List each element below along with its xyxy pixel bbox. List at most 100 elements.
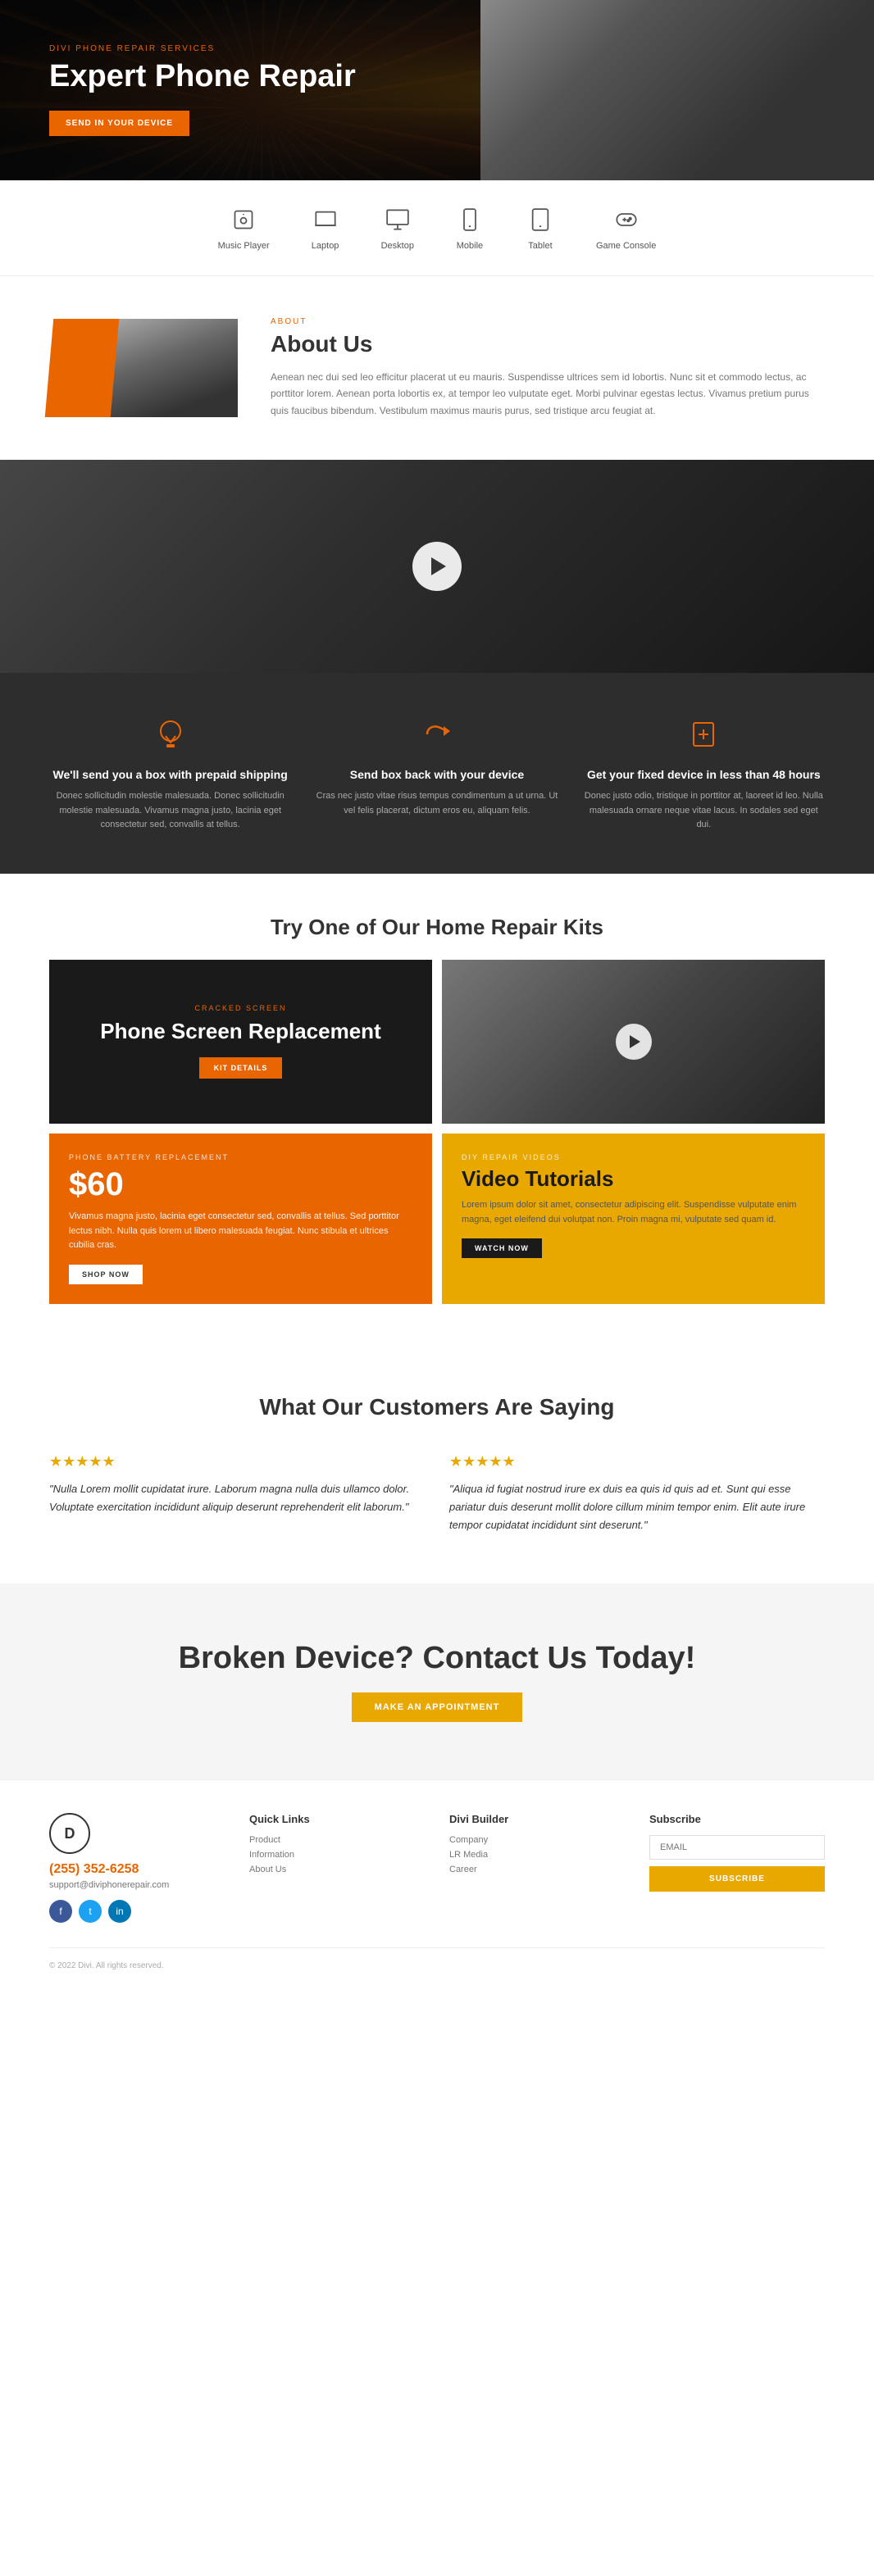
box-ship-icon bbox=[150, 714, 191, 755]
kit-details-button[interactable]: KIT DETAILS bbox=[199, 1057, 283, 1079]
footer-link-company[interactable]: Company bbox=[449, 1835, 625, 1845]
steps-section: We'll send you a box with prepaid shippi… bbox=[0, 673, 874, 874]
category-laptop[interactable]: Laptop bbox=[311, 205, 340, 251]
linkedin-icon[interactable]: in bbox=[108, 1900, 131, 1923]
category-music-player-label: Music Player bbox=[218, 241, 270, 251]
category-tablet[interactable]: Tablet bbox=[526, 205, 555, 251]
testimonial-2-text: "Aliqua id fugiat nostrud irure ex duis … bbox=[449, 1480, 825, 1534]
step-1-title: We'll send you a box with prepaid shippi… bbox=[49, 768, 291, 781]
category-music-player[interactable]: Music Player bbox=[218, 205, 270, 251]
step-3-desc: Donec justo odio, tristique in porttitor… bbox=[583, 789, 825, 833]
video-tutorials-card: DIY REPAIR VIDEOS Video Tutorials Lorem … bbox=[442, 1134, 825, 1304]
video-tutorials-title: Video Tutorials bbox=[462, 1166, 805, 1192]
twitter-icon[interactable]: t bbox=[79, 1900, 102, 1923]
video-sublabel: DIY REPAIR VIDEOS bbox=[462, 1153, 805, 1161]
category-mobile[interactable]: Mobile bbox=[455, 205, 485, 251]
testimonials-grid: ★★★★★ "Nulla Lorem mollit cupidatat irur… bbox=[49, 1453, 825, 1534]
hero-content: DIVI PHONE REPAIR SERVICES Expert Phone … bbox=[49, 44, 356, 136]
make-appointment-button[interactable]: MAKE AN APPOINTMENT bbox=[352, 1692, 523, 1722]
category-mobile-label: Mobile bbox=[457, 241, 483, 251]
step-1-desc: Donec sollicitudin molestie malesuada. D… bbox=[49, 789, 291, 833]
step-2-desc: Cras nec justo vitae risus tempus condim… bbox=[316, 789, 558, 818]
step-3: Get your fixed device in less than 48 ho… bbox=[583, 714, 825, 833]
hero-image bbox=[480, 0, 874, 180]
laptop-icon bbox=[311, 205, 340, 234]
about-text: ABOUT About Us Aenean nec dui sed leo ef… bbox=[271, 317, 825, 419]
footer-phone: (255) 352-6258 bbox=[49, 1862, 225, 1877]
desktop-icon bbox=[383, 205, 412, 234]
step-3-title: Get your fixed device in less than 48 ho… bbox=[583, 768, 825, 781]
testimonials-title: What Our Customers Are Saying bbox=[49, 1394, 825, 1420]
kits-bottom-grid: PHONE BATTERY REPLACEMENT $60 Vivamus ma… bbox=[49, 1134, 825, 1304]
footer-link-information[interactable]: Information bbox=[249, 1850, 425, 1860]
footer-grid: D (255) 352-6258 support@diviphonerepair… bbox=[49, 1813, 825, 1923]
footer: D (255) 352-6258 support@diviphonerepair… bbox=[0, 1779, 874, 2003]
step-2: Send box back with your device Cras nec … bbox=[316, 714, 558, 833]
category-desktop[interactable]: Desktop bbox=[381, 205, 414, 251]
category-laptop-label: Laptop bbox=[312, 241, 339, 251]
footer-link-lr-media[interactable]: LR Media bbox=[449, 1850, 625, 1860]
footer-logo: D bbox=[49, 1813, 90, 1854]
about-title: About Us bbox=[271, 331, 825, 357]
mobile-icon bbox=[455, 205, 485, 234]
about-photo bbox=[107, 319, 238, 417]
game-console-icon bbox=[612, 205, 641, 234]
video-play-button[interactable] bbox=[412, 542, 462, 591]
fixed-device-icon bbox=[683, 714, 724, 755]
hero-cta-button[interactable]: SEND IN YOUR DEVICE bbox=[49, 111, 189, 136]
cta-section: Broken Device? Contact Us Today! MAKE AN… bbox=[0, 1583, 874, 1779]
battery-sublabel: PHONE BATTERY REPLACEMENT bbox=[69, 1153, 412, 1161]
music-player-icon bbox=[229, 205, 258, 234]
testimonials-section: What Our Customers Are Saying ★★★★★ "Nul… bbox=[0, 1345, 874, 1583]
shop-now-button[interactable]: SHOP NOW bbox=[69, 1265, 143, 1284]
about-images bbox=[49, 319, 238, 417]
about-label: ABOUT bbox=[271, 317, 825, 326]
category-tablet-label: Tablet bbox=[528, 241, 552, 251]
phone-screen-kit-card: CRACKED SCREEN Phone Screen Replacement … bbox=[49, 960, 432, 1124]
kit-video-play-button[interactable] bbox=[616, 1024, 652, 1060]
hero-title: Expert Phone Repair bbox=[49, 60, 356, 94]
facebook-icon[interactable]: f bbox=[49, 1900, 72, 1923]
kits-title: Try One of Our Home Repair Kits bbox=[49, 915, 825, 940]
battery-kit-card: PHONE BATTERY REPLACEMENT $60 Vivamus ma… bbox=[49, 1134, 432, 1304]
battery-desc: Vivamus magna justo, lacinia eget consec… bbox=[69, 1210, 412, 1253]
kits-section: Try One of Our Home Repair Kits CRACKED … bbox=[0, 874, 874, 1345]
category-desktop-label: Desktop bbox=[381, 241, 414, 251]
footer-link-career[interactable]: Career bbox=[449, 1865, 625, 1874]
testimonial-1: ★★★★★ "Nulla Lorem mollit cupidatat irur… bbox=[49, 1453, 425, 1534]
tablet-icon bbox=[526, 205, 555, 234]
subscribe-title: Subscribe bbox=[649, 1813, 825, 1825]
kit-video-photo bbox=[442, 960, 825, 1124]
footer-copyright: © 2022 Divi. All rights reserved. bbox=[49, 1961, 164, 1970]
about-body: Aenean nec dui sed leo efficitur placera… bbox=[271, 369, 825, 419]
step-2-title: Send box back with your device bbox=[316, 768, 558, 781]
testimonial-2: ★★★★★ "Aliqua id fugiat nostrud irure ex… bbox=[449, 1453, 825, 1534]
footer-subscribe: Subscribe SUBSCRIBE bbox=[649, 1813, 825, 1923]
watch-now-button[interactable]: WATCH NOW bbox=[462, 1238, 542, 1258]
footer-brand: D (255) 352-6258 support@diviphonerepair… bbox=[49, 1813, 225, 1923]
subscribe-button[interactable]: SUBSCRIBE bbox=[649, 1866, 825, 1892]
video-section bbox=[0, 460, 874, 673]
footer-link-product[interactable]: Product bbox=[249, 1835, 425, 1845]
divi-builder-title: Divi Builder bbox=[449, 1813, 625, 1825]
footer-bottom: © 2022 Divi. All rights reserved. bbox=[49, 1947, 825, 1970]
footer-email: support@diviphonerepair.com bbox=[49, 1880, 225, 1890]
battery-price: $60 bbox=[69, 1166, 412, 1203]
footer-link-about[interactable]: About Us bbox=[249, 1865, 425, 1874]
step-1: We'll send you a box with prepaid shippi… bbox=[49, 714, 291, 833]
hero-service-label: DIVI PHONE REPAIR SERVICES bbox=[49, 44, 356, 53]
phone-screen-title: Phone Screen Replacement bbox=[100, 1019, 380, 1044]
category-game-console[interactable]: Game Console bbox=[596, 205, 656, 251]
subscribe-email-input[interactable] bbox=[649, 1835, 825, 1860]
category-nav: Music Player Laptop Desktop Mobile Table… bbox=[0, 180, 874, 276]
stars-2: ★★★★★ bbox=[449, 1453, 825, 1470]
phone-screen-sublabel: CRACKED SCREEN bbox=[194, 1004, 286, 1012]
footer-quick-links: Quick Links Product Information About Us bbox=[249, 1813, 425, 1923]
kits-top-grid: CRACKED SCREEN Phone Screen Replacement … bbox=[49, 960, 825, 1124]
cta-title: Broken Device? Contact Us Today! bbox=[49, 1641, 825, 1676]
footer-divi-builder: Divi Builder Company LR Media Career bbox=[449, 1813, 625, 1923]
about-orange-accent bbox=[45, 319, 119, 417]
hero-section: DIVI PHONE REPAIR SERVICES Expert Phone … bbox=[0, 0, 874, 180]
send-back-icon bbox=[417, 714, 457, 755]
stars-1: ★★★★★ bbox=[49, 1453, 425, 1470]
